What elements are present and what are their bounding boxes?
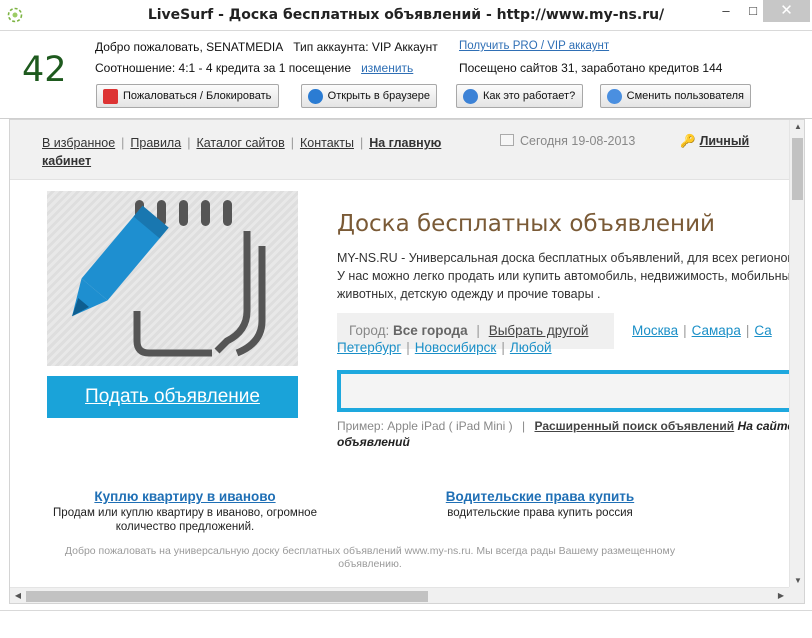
ad-snippet-line: количество предложений. [115,521,255,533]
help-icon [463,88,478,104]
notepad-pencil-icon [72,200,266,357]
switch-user-label: Сменить пользователя [626,90,744,102]
city-any-link[interactable]: Любой [510,340,552,355]
city-samara-link[interactable]: Самара [692,323,741,338]
search-example: Пример: Apple iPad ( iPad Mini ) [337,419,513,433]
ad-title-link[interactable]: Водительские права купить [430,490,650,504]
on-site-label-2: объявлений [337,435,410,449]
ad-snippet-line: водительские права купить россия [447,507,633,519]
footer-line-2: объявлению. [338,558,402,570]
ad-item: Куплю квартиру в иваново Продам или купл… [40,490,330,534]
hero-illustration [47,191,298,366]
cabinet-link-1[interactable]: Личный [700,134,750,148]
site-nav: В избранное | Правила | Каталог сайтов | Конта… [42,136,442,150]
city-spb-link-end[interactable]: Петербург [337,340,401,355]
welcome-label: Добро пожаловать, SENATMEDIA [95,40,284,54]
scroll-left-icon[interactable]: ◀ [10,591,26,600]
popular-cities: Москва | Самара | Са Петербург | Новосибирск | Л… [337,322,797,362]
city-novosibirsk-link[interactable]: Новосибирск [415,340,497,355]
how-it-works-button[interactable]: Как это работает? [456,84,583,108]
web-viewport[interactable]: В избранное | Правила | Каталог сайтов | Конта… [9,119,805,604]
post-ad-label: Подать объявление [85,386,260,407]
calendar-icon [500,134,514,146]
welcome-text: Добро пожаловать, SENATMEDIA Тип аккаунт… [95,40,438,54]
advanced-search-link[interactable]: Расширенный поиск объявлений [534,419,734,433]
power-icon [607,88,622,104]
cities-row-2: Петербург | Новосибирск | Любой [337,340,552,355]
visited-stats: Посещено сайтов 31, заработано кредитов … [459,61,723,75]
site-description: MY-NS.RU - Универсальная доска бесплатны… [337,249,797,303]
search-box [337,370,797,412]
search-input[interactable] [341,374,797,408]
ratio-line: Соотношение: 4:1 - 4 кредита за 1 посеще… [95,61,413,75]
compass-icon [308,88,323,104]
account-type: Тип аккаунта: VIP Аккаунт [293,40,438,54]
scrollbar-corner [789,587,804,603]
cabinet-line-2: кабинет [42,154,91,168]
complain-block-button[interactable]: Пожаловаться / Блокировать [96,84,279,108]
today-date: Сегодня 19-08-2013 [520,134,636,148]
nav-catalog[interactable]: Каталог сайтов [196,136,284,150]
nav-home[interactable]: На главную [369,136,441,150]
thumbs-down-icon [103,88,118,104]
nav-contacts[interactable]: Контакты [300,136,354,150]
account-panel: 42 Добро пожаловать, SENATMEDIA Тип акка… [0,31,812,119]
vertical-scrollbar[interactable]: ▲ ▼ [789,120,804,587]
footer-line-1: Добро пожаловать на универсальную доску … [64,545,676,557]
city-moscow-link[interactable]: Москва [632,323,678,338]
scroll-down-icon[interactable]: ▼ [790,576,804,585]
ad-snippet-line: Продам или куплю квартиру в иваново, огр… [53,507,317,519]
minimize-button[interactable]: – [712,0,740,22]
site-header: В избранное | Правила | Каталог сайтов | Конта… [10,120,789,180]
complain-button-label: Пожаловаться / Блокировать [123,90,272,102]
countdown-counter: 42 [22,50,67,90]
status-bar [0,610,812,638]
vertical-scroll-thumb[interactable] [792,138,803,200]
footer-welcome: Добро пожаловать на универсальную доску … [15,545,725,571]
horizontal-scrollbar[interactable]: ◀ ▶ [10,587,789,603]
window-titlebar: LiveSurf - Доска бесплатных объявлений -… [0,0,812,31]
nav-favorites[interactable]: В избранное [42,136,115,150]
desc-line-3: животных, детскую одежду и прочие товары… [337,287,601,301]
how-it-works-label: Как это работает? [483,90,576,102]
get-pro-line: Получить PRO / VIP аккаунт [459,40,609,52]
on-site-label: На сайте [737,419,795,433]
ratio-text: Соотношение: 4:1 - 4 кредита за 1 посеще… [95,61,352,75]
ad-item: Водительские права купить водительские п… [430,490,650,520]
key-icon: 🔑 [680,134,696,148]
nav-rules[interactable]: Правила [130,136,181,150]
cabinet-line: 🔑 Личный [680,134,749,149]
date-line: Сегодня 19-08-2013 [500,134,635,148]
search-hint: Пример: Apple iPad ( iPad Mini ) | Расши… [337,419,795,449]
window-title: LiveSurf - Доска бесплатных объявлений -… [147,7,665,23]
desc-line-1: MY-NS.RU - Универсальная доска бесплатны… [337,251,795,265]
open-browser-label: Открыть в браузере [327,90,430,102]
close-button[interactable]: ✕ [763,0,810,22]
switch-user-button[interactable]: Сменить пользователя [600,84,751,108]
scroll-right-icon[interactable]: ▶ [773,591,789,600]
scroll-up-icon[interactable]: ▲ [790,122,804,131]
city-spb-link-start[interactable]: Са [754,323,771,338]
cabinet-link-2[interactable]: кабинет [42,154,91,168]
desc-line-2: У нас можно легко продать или купить авт… [337,269,797,283]
ad-title-link[interactable]: Куплю квартиру в иваново [40,490,330,504]
get-pro-link[interactable]: Получить PRO / VIP аккаунт [459,40,609,52]
cities-row-1: Москва | Самара | Са [632,323,772,338]
post-ad-button[interactable]: Подать объявление [47,376,298,418]
horizontal-scroll-thumb[interactable] [26,591,428,602]
open-in-browser-button[interactable]: Открыть в браузере [301,84,437,108]
site-title: Доска бесплатных объявлений [337,211,715,237]
change-ratio-link[interactable]: изменить [361,61,413,75]
